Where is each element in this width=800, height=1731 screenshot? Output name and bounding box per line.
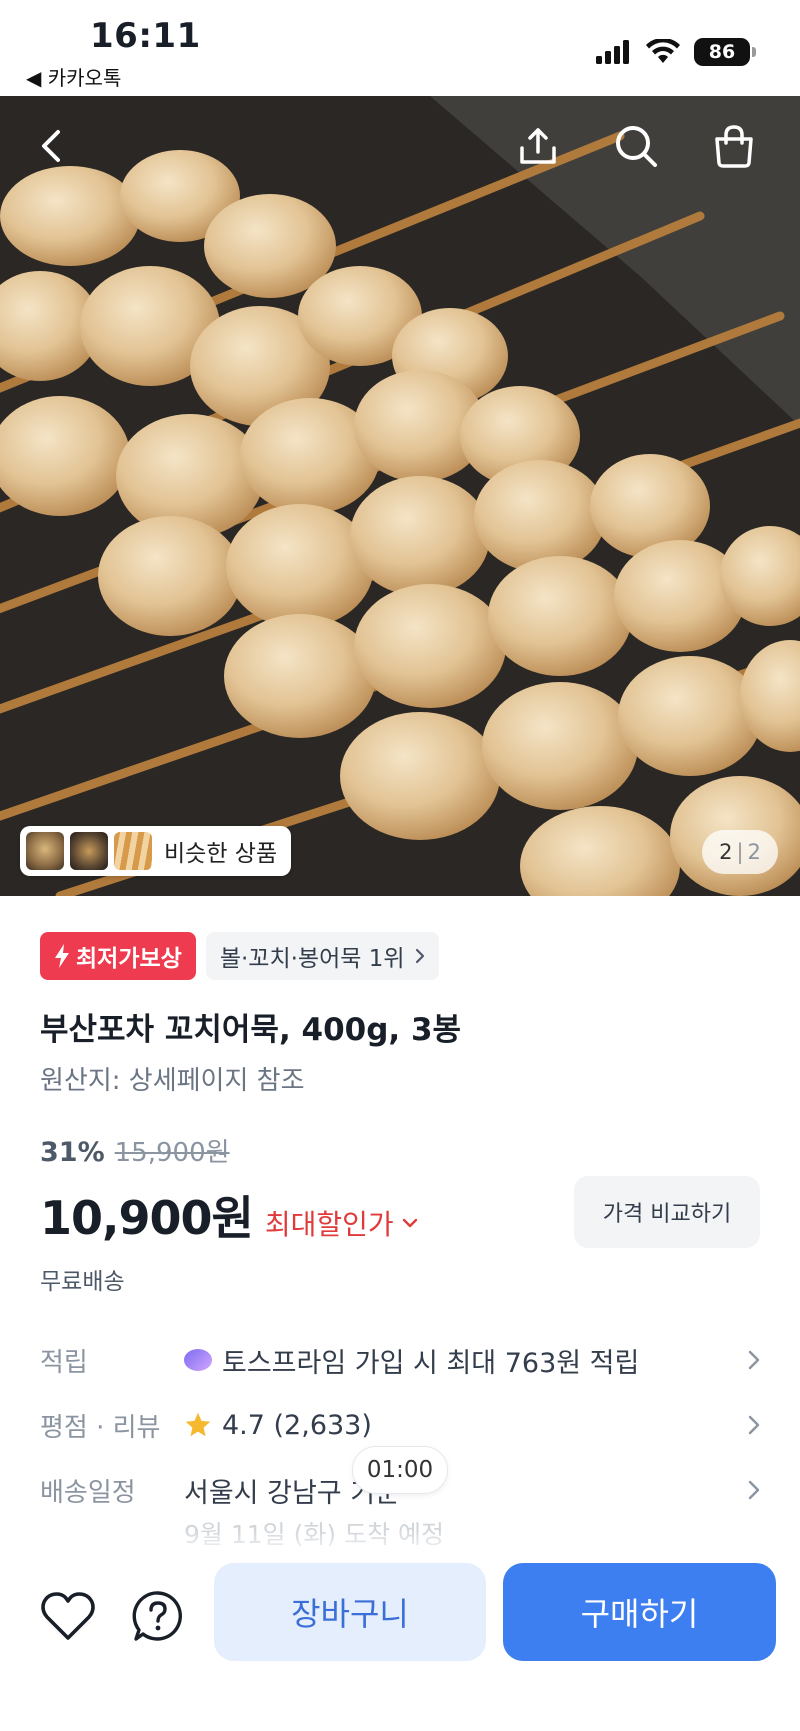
wifi-icon: [646, 39, 680, 63]
hero-toolbar: [0, 96, 800, 186]
category-rank-label: 볼·꼬치·봉어묵 1위: [219, 946, 405, 972]
points-row[interactable]: 적립 토스프라임 가입 시 최대 763원 적립: [40, 1335, 760, 1385]
chevron-right-icon: [415, 948, 424, 964]
buy-now-button[interactable]: 구매하기: [503, 1563, 776, 1661]
points-label: 적립: [40, 1347, 88, 1378]
lightning-icon: [55, 944, 69, 968]
similar-thumb-3: [114, 832, 152, 870]
chevron-right-icon: [748, 1415, 760, 1435]
delivery-label: 배송일정: [40, 1477, 136, 1508]
image-page-indicator: 2 | 2: [702, 830, 778, 874]
page-total: 2: [747, 840, 761, 864]
shopping-bag-icon[interactable]: [706, 118, 762, 174]
heart-icon[interactable]: [36, 1585, 100, 1649]
back-to-app-link[interactable]: ◀ 카카오톡: [26, 62, 121, 91]
page-current: 2: [719, 840, 733, 864]
product-badges: 최저가보상 볼·꼬치·봉어묵 1위: [40, 932, 439, 980]
chevron-right-icon: [748, 1480, 760, 1500]
category-rank-badge[interactable]: 볼·꼬치·봉어묵 1위: [205, 932, 439, 980]
shipping-info: 무료배송: [40, 1269, 125, 1295]
add-to-cart-button[interactable]: 장바구니: [214, 1563, 486, 1661]
max-discount-label: 최대할인가: [264, 1208, 394, 1241]
battery-indicator: 86: [694, 38, 756, 66]
timer-toast: 01:00: [352, 1446, 448, 1494]
toss-prime-icon: [184, 1349, 212, 1371]
page-separator: |: [736, 840, 744, 864]
star-icon: [185, 1412, 211, 1437]
discount-row: 31% 15,900원: [40, 1132, 230, 1169]
product-image-carousel[interactable]: 비슷한 상품 2 | 2: [0, 96, 800, 896]
rating-value: 4.7 (2,633): [222, 1409, 372, 1441]
signal-icon: [596, 40, 629, 64]
lowest-price-badge[interactable]: 최저가보상: [40, 932, 196, 980]
fishcake-skewers-photo: [0, 96, 800, 896]
status-time: 16:11: [90, 16, 201, 56]
status-bar: 16:11 ◀ 카카오톡 86: [0, 0, 800, 96]
price-compare-button[interactable]: 가격 비교하기: [574, 1176, 760, 1248]
rating-row[interactable]: 평점 · 리뷰 4.7 (2,633): [40, 1400, 760, 1450]
product-title: 부산포차 꼬치어묵, 400g, 3봉: [40, 1012, 462, 1048]
similar-thumb-2: [70, 832, 108, 870]
chevron-right-icon: [748, 1350, 760, 1370]
chevron-down-icon: [402, 1218, 417, 1228]
sale-price: 10,900원: [40, 1191, 254, 1245]
product-origin: 원산지: 상세페이지 참조: [40, 1066, 305, 1096]
status-icons: 86: [596, 38, 756, 66]
rating-label: 평점 · 리뷰: [40, 1412, 161, 1443]
bottom-action-bar: 장바구니 구매하기: [0, 1555, 800, 1731]
share-icon[interactable]: [510, 118, 566, 174]
similar-products-button[interactable]: 비슷한 상품: [20, 826, 292, 876]
help-icon[interactable]: [126, 1585, 190, 1649]
discount-percent: 31%: [40, 1137, 105, 1168]
similar-thumb-1: [26, 832, 64, 870]
points-value: 토스프라임 가입 시 최대 763원 적립: [222, 1347, 640, 1379]
price-row: 10,900원 최대할인가: [40, 1182, 418, 1248]
lowest-price-label: 최저가보상: [76, 946, 182, 972]
original-price: 15,900원: [114, 1138, 230, 1168]
search-icon[interactable]: [608, 118, 664, 174]
similar-products-label: 비슷한 상품: [164, 841, 278, 867]
max-discount-toggle[interactable]: 최대할인가: [265, 1203, 418, 1243]
back-icon[interactable]: [24, 118, 80, 174]
